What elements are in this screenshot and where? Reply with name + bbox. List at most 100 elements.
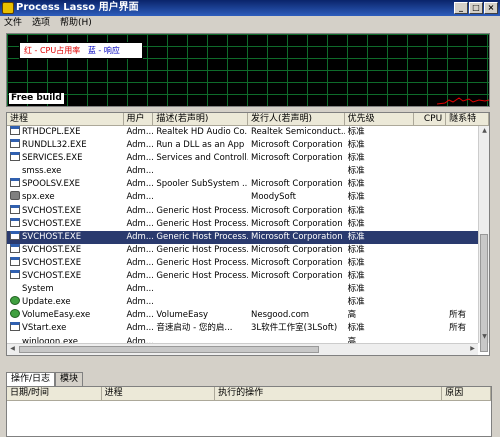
table-row[interactable]: SPOOLSV.EXE Adm... Spooler SubSystem ... Mi… <box>7 178 489 191</box>
process-user: Adm... <box>126 284 154 295</box>
process-publisher: Microsoft Corporation <box>251 205 343 216</box>
process-gear-icon <box>10 191 20 201</box>
table-row[interactable]: SVCHOST.EXE Adm... Generic Host Process...… <box>7 204 489 218</box>
log-col-datetime[interactable]: 日期/时间 <box>7 387 102 400</box>
scroll-right-icon[interactable]: ▶ <box>467 344 478 355</box>
process-description: Generic Host Process... <box>156 205 248 216</box>
build-label: Free build <box>9 93 64 104</box>
table-row[interactable]: RTHDCPL.EXE Adm... Realtek HD Audio Co... R… <box>7 126 489 139</box>
minimize-button[interactable]: _ <box>454 2 468 14</box>
col-process[interactable]: 进程 <box>7 113 124 125</box>
app-icon <box>2 2 14 14</box>
process-cell: SVCHOST.EXE <box>7 256 124 270</box>
table-row[interactable]: smss.exe Adm... 标准 <box>7 165 489 178</box>
col-cpu[interactable]: CPU <box>414 113 447 125</box>
table-row[interactable]: VStart.exe Adm... 音速启动 - 您的启... 3L软件工作室(3LS… <box>7 322 489 335</box>
process-priority: 标准 <box>347 192 365 203</box>
process-user: Adm... <box>126 192 154 203</box>
maximize-button[interactable]: □ <box>469 2 483 14</box>
process-exe-icon <box>10 152 20 162</box>
col-publisher[interactable]: 发行人(若声明) <box>248 113 345 125</box>
table-row[interactable]: Update.exe Adm... 标准 <box>7 296 489 309</box>
process-description: Spooler SubSystem ... <box>156 179 248 190</box>
process-user: Adm... <box>126 257 154 268</box>
close-button[interactable]: × <box>484 2 498 14</box>
table-row[interactable]: SVCHOST.EXE Adm... Generic Host Process...… <box>7 270 489 283</box>
process-user: Adm... <box>126 310 154 321</box>
process-exe-icon <box>10 322 20 332</box>
process-exe-icon <box>10 204 20 214</box>
process-cell: SPOOLSV.EXE <box>7 178 124 191</box>
process-priority: 标准 <box>347 297 365 308</box>
legend-red-label: 红 - CPU占用率 <box>24 46 81 55</box>
process-publisher: Realtek Semiconduct... <box>251 127 345 137</box>
process-none-icon <box>10 165 20 174</box>
scroll-down-icon[interactable]: ▼ <box>479 332 489 343</box>
process-user: Adm... <box>126 127 154 137</box>
process-name: RTHDCPL.EXE <box>22 127 81 137</box>
process-priority: 标准 <box>347 257 365 268</box>
menu-file[interactable]: 文件 <box>4 16 22 30</box>
process-exe-icon <box>10 230 20 240</box>
process-name: SVCHOST.EXE <box>22 271 82 282</box>
menu-options[interactable]: 选项 <box>32 16 50 30</box>
process-cell: VolumeEasy.exe <box>7 309 124 322</box>
process-name: SVCHOST.EXE <box>22 257 82 268</box>
process-cell: Update.exe <box>7 296 124 309</box>
process-name: SPOOLSV.EXE <box>22 179 81 190</box>
log-col-action[interactable]: 执行的操作 <box>215 387 443 400</box>
process-exe-icon <box>10 270 20 280</box>
process-name: RUNDLL32.EXE <box>22 140 87 151</box>
process-cpu <box>414 283 446 296</box>
col-description[interactable]: 描述(若声明) <box>153 113 248 125</box>
process-cpu <box>414 205 446 218</box>
table-row[interactable]: SVCHOST.EXE Adm... Generic Host Process...… <box>7 217 489 231</box>
process-exe-icon <box>10 126 20 135</box>
process-exe-icon <box>10 217 20 227</box>
process-name: VStart.exe <box>22 323 67 334</box>
process-description: Generic Host Process... <box>156 271 248 282</box>
log-header: 日期/时间 进程 执行的操作 原因 <box>7 387 491 401</box>
scroll-up-icon[interactable]: ▲ <box>479 126 489 137</box>
col-affinity[interactable]: 隧系特 <box>446 113 489 125</box>
table-row[interactable]: VolumeEasy.exe Adm... VolumeEasy Nesgood.co… <box>7 309 489 322</box>
process-user: Adm... <box>126 179 154 190</box>
process-name: SVCHOST.EXE <box>22 231 82 242</box>
process-name: SVCHOST.EXE <box>22 244 82 255</box>
table-row[interactable]: SVCHOST.EXE Adm... Generic Host Process...… <box>7 243 489 257</box>
table-row[interactable]: SVCHOST.EXE Adm... Generic Host Process...… <box>7 230 489 244</box>
col-priority[interactable]: 优先级 <box>345 113 415 125</box>
process-description: Generic Host Process... <box>156 257 248 268</box>
process-cell: VStart.exe <box>7 322 124 335</box>
process-none-icon <box>10 283 20 292</box>
log-col-process[interactable]: 进程 <box>102 387 216 400</box>
tab-modules[interactable]: 模块 <box>55 372 84 386</box>
table-row[interactable]: System Adm... 标准 <box>7 283 489 296</box>
menu-help[interactable]: 帮助(H) <box>60 16 92 30</box>
col-user[interactable]: 用户 <box>124 113 154 125</box>
horizontal-scroll-thumb[interactable] <box>19 346 319 353</box>
process-user: Adm... <box>126 297 154 308</box>
scroll-left-icon[interactable]: ◀ <box>7 344 18 355</box>
process-cell: SVCHOST.EXE <box>7 230 124 244</box>
process-publisher: Microsoft Corporation <box>251 257 343 268</box>
process-priority: 标准 <box>347 271 365 282</box>
window-controls: _ □ × <box>454 2 498 14</box>
process-name: SERVICES.EXE <box>22 153 83 164</box>
process-cell: SVCHOST.EXE <box>7 204 124 218</box>
legend-blue-label: 蓝 - 响应 <box>87 46 120 55</box>
process-cpu <box>414 139 446 152</box>
log-col-reason[interactable]: 原因 <box>442 387 491 400</box>
cpu-graph: 红 - CPU占用率 蓝 - 响应 Free build <box>6 33 490 107</box>
table-row[interactable]: SVCHOST.EXE Adm... Generic Host Process...… <box>7 256 489 270</box>
horizontal-scrollbar[interactable]: ◀ ▶ <box>7 343 478 355</box>
process-cell: smss.exe <box>7 165 124 178</box>
table-row[interactable]: spx.exe Adm... MoodySoft 标准 <box>7 191 489 204</box>
bottom-tabs: 操作/日志 模块 <box>6 372 84 386</box>
table-row[interactable]: RUNDLL32.EXE Adm... Run a DLL as an App Mic… <box>7 139 489 152</box>
process-cell: SVCHOST.EXE <box>7 217 124 231</box>
table-row[interactable]: SERVICES.EXE Adm... Services and Controll.… <box>7 152 489 165</box>
process-table: 进程 用户 描述(若声明) 发行人(若声明) 优先级 CPU 隧系特 RTHDC… <box>6 112 490 356</box>
vertical-scrollbar[interactable]: ▲ ▼ <box>478 126 489 352</box>
tab-actions-log[interactable]: 操作/日志 <box>6 372 56 386</box>
